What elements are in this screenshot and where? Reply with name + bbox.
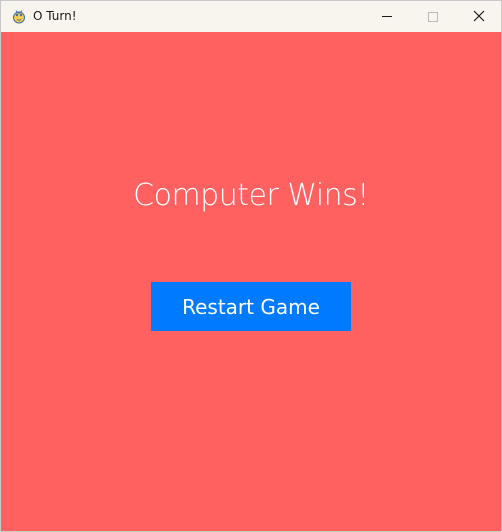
pygame-snake-icon <box>11 8 27 24</box>
restart-game-button[interactable]: Restart Game <box>151 282 351 331</box>
window-title: O Turn! <box>33 9 77 23</box>
close-button[interactable] <box>456 1 502 32</box>
game-canvas: Computer Wins! Restart Game <box>1 32 501 531</box>
minimize-button[interactable] <box>364 1 410 32</box>
title-bar[interactable]: O Turn! <box>1 1 501 32</box>
result-message: Computer Wins! <box>133 178 369 213</box>
close-icon <box>473 7 485 26</box>
minimize-icon <box>382 16 392 17</box>
maximize-icon <box>428 11 438 22</box>
app-window: O Turn! Computer Wins! Restart Game <box>0 0 502 532</box>
maximize-button[interactable] <box>410 1 456 32</box>
